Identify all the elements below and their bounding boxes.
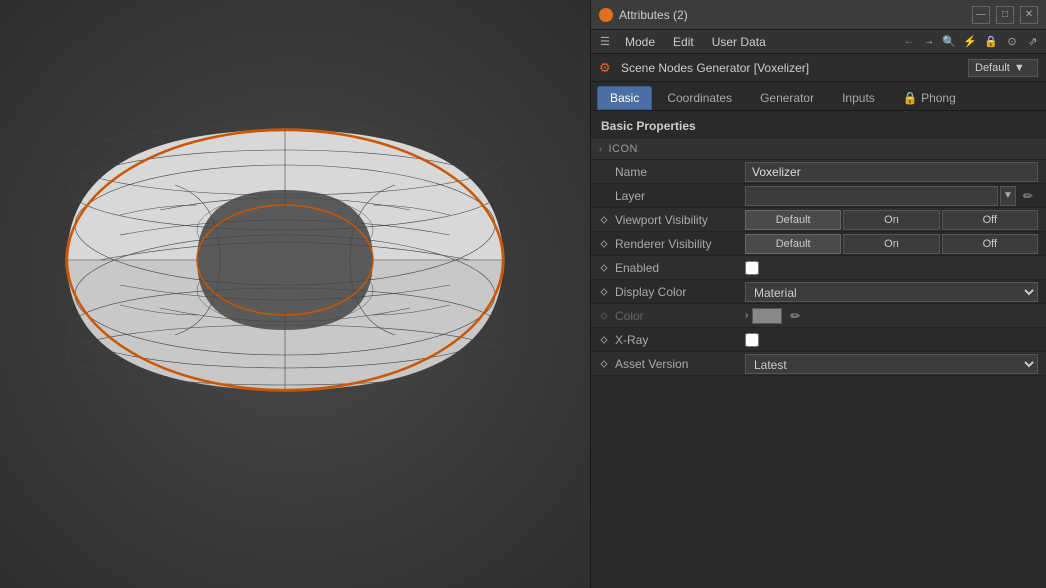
prop-row-xray: X-Ray — [591, 328, 1046, 352]
color-expand-arrow[interactable]: › — [745, 310, 748, 321]
viewport-visibility-default[interactable]: Default — [745, 210, 841, 230]
panel-title: Attributes (2) — [619, 8, 972, 22]
menu-item-userdata[interactable]: User Data — [704, 33, 774, 51]
viewport-visibility-buttons: Default On Off — [745, 210, 1038, 230]
layer-row: ▼ ✏ — [745, 186, 1038, 206]
maximize-button[interactable]: □ — [996, 6, 1014, 24]
asset-version-dot — [599, 359, 609, 369]
layer-label: Layer — [615, 189, 745, 203]
properties-content: › ICON Name Layer ▼ ✏ — [591, 139, 1046, 588]
renderer-visibility-dot — [599, 239, 609, 249]
viewport-visibility-dot — [599, 215, 609, 225]
xray-value — [745, 333, 1038, 347]
asset-version-value: Latest 1.0 2.0 — [745, 354, 1038, 374]
prop-row-viewport-visibility: Viewport Visibility Default On Off — [591, 208, 1046, 232]
icon-group-header[interactable]: › ICON — [591, 139, 1046, 160]
toolbar-icons: 🔍 ⚡ 🔒 ⊙ ⇗ — [940, 33, 1042, 51]
generator-row: ⚙ Scene Nodes Generator [Voxelizer] Defa… — [591, 54, 1046, 82]
nav-forward-button[interactable]: → — [920, 33, 938, 51]
tab-coordinates[interactable]: Coordinates — [654, 86, 745, 110]
viewport-visibility-value: Default On Off — [745, 210, 1038, 230]
menu-item-mode[interactable]: Mode — [617, 33, 663, 51]
display-color-label: Display Color — [615, 285, 745, 299]
tab-inputs[interactable]: Inputs — [829, 86, 888, 110]
layer-dot — [599, 191, 609, 201]
prop-row-color: Color › ✏ — [591, 304, 1046, 328]
enabled-label: Enabled — [615, 261, 745, 275]
gear-icon: ⚙ — [599, 60, 615, 76]
icon-group-label: ICON — [609, 143, 639, 155]
renderer-visibility-on[interactable]: On — [843, 234, 939, 254]
display-color-select[interactable]: Material Object Color Layer Color Custom — [745, 282, 1038, 302]
window-controls: — □ ✕ — [972, 6, 1038, 24]
tab-basic[interactable]: Basic — [597, 86, 652, 110]
torus-svg — [20, 30, 560, 490]
minimize-button[interactable]: — — [972, 6, 990, 24]
close-button[interactable]: ✕ — [1020, 6, 1038, 24]
chevron-right-icon: › — [599, 144, 603, 154]
generator-name: Scene Nodes Generator [Voxelizer] — [621, 61, 968, 75]
tabs-row: Basic Coordinates Generator Inputs 🔒 Pho… — [591, 82, 1046, 111]
hamburger-menu-icon[interactable]: ☰ — [595, 32, 615, 52]
3d-viewport[interactable] — [0, 0, 590, 588]
renderer-visibility-default[interactable]: Default — [745, 234, 841, 254]
filter-icon[interactable]: ⚡ — [961, 33, 979, 51]
layer-value: ▼ ✏ — [745, 186, 1038, 206]
tab-generator[interactable]: Generator — [747, 86, 827, 110]
preset-arrow-icon: ▼ — [1014, 62, 1025, 74]
name-label: Name — [615, 165, 745, 179]
color-label: Color — [615, 309, 745, 323]
xray-dot — [599, 335, 609, 345]
color-dot — [599, 311, 609, 321]
link-icon[interactable]: ⇗ — [1024, 33, 1042, 51]
renderer-visibility-label: Renderer Visibility — [615, 237, 745, 251]
menu-bar: ☰ Mode Edit User Data ← → 🔍 ⚡ 🔒 ⊙ ⇗ — [591, 30, 1046, 54]
layer-dropdown-arrow[interactable]: ▼ — [1000, 186, 1016, 206]
nav-back-button[interactable]: ← — [900, 33, 918, 51]
color-value: › ✏ — [745, 308, 1038, 324]
section-header: Basic Properties — [591, 111, 1046, 139]
enabled-dot — [599, 263, 609, 273]
renderer-visibility-value: Default On Off — [745, 234, 1038, 254]
xray-label: X-Ray — [615, 333, 745, 347]
name-input[interactable] — [745, 162, 1038, 182]
preset-dropdown[interactable]: Default ▼ — [968, 59, 1038, 77]
search-icon[interactable]: 🔍 — [940, 33, 958, 51]
prop-row-asset-version: Asset Version Latest 1.0 2.0 — [591, 352, 1046, 376]
prop-row-layer: Layer ▼ ✏ — [591, 184, 1046, 208]
enabled-value — [745, 261, 1038, 275]
layer-edit-icon[interactable]: ✏ — [1018, 186, 1038, 206]
name-dot — [599, 167, 609, 177]
prop-row-name: Name — [591, 160, 1046, 184]
enabled-checkbox[interactable] — [745, 261, 759, 275]
lock-icon[interactable]: 🔒 — [982, 33, 1000, 51]
record-icon[interactable]: ⊙ — [1003, 33, 1021, 51]
viewport-visibility-on[interactable]: On — [843, 210, 939, 230]
tab-phong[interactable]: 🔒 Phong — [890, 86, 969, 110]
nav-arrows: ← → — [900, 33, 938, 51]
name-value — [745, 162, 1038, 182]
layer-input[interactable] — [745, 186, 998, 206]
color-edit-icon[interactable]: ✏ — [790, 309, 800, 323]
viewport-visibility-label: Viewport Visibility — [615, 213, 745, 227]
asset-version-select[interactable]: Latest 1.0 2.0 — [745, 354, 1038, 374]
attributes-panel: Attributes (2) — □ ✕ ☰ Mode Edit User Da… — [590, 0, 1046, 588]
panel-icon — [599, 8, 613, 22]
display-color-dot — [599, 287, 609, 297]
renderer-visibility-off[interactable]: Off — [942, 234, 1038, 254]
prop-row-display-color: Display Color Material Object Color Laye… — [591, 280, 1046, 304]
preset-label: Default — [975, 62, 1010, 74]
xray-checkbox[interactable] — [745, 333, 759, 347]
asset-version-label: Asset Version — [615, 357, 745, 371]
title-bar: Attributes (2) — □ ✕ — [591, 0, 1046, 30]
display-color-value: Material Object Color Layer Color Custom — [745, 282, 1038, 302]
menu-item-edit[interactable]: Edit — [665, 33, 702, 51]
renderer-visibility-buttons: Default On Off — [745, 234, 1038, 254]
prop-row-enabled: Enabled — [591, 256, 1046, 280]
viewport-visibility-off[interactable]: Off — [942, 210, 1038, 230]
color-swatch[interactable] — [752, 308, 782, 324]
prop-row-renderer-visibility: Renderer Visibility Default On Off — [591, 232, 1046, 256]
